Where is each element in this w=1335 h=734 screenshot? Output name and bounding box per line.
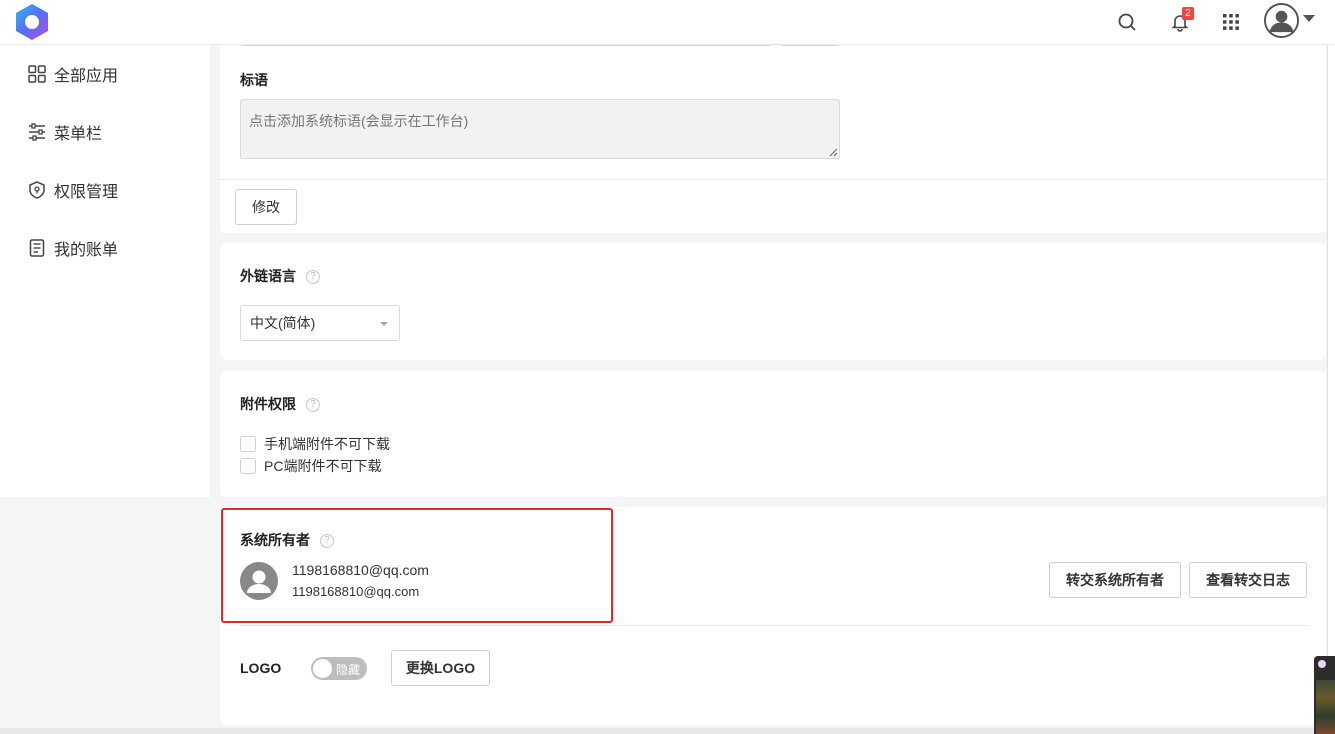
highlight-box: [221, 508, 613, 623]
checkbox[interactable]: [240, 458, 256, 474]
attachment-label: 附件权限?: [240, 394, 320, 414]
owner-divider: [240, 625, 1308, 626]
checkbox-mobile-no-download[interactable]: 手机端附件不可下载: [240, 435, 390, 453]
sidebar-item-menu-bar[interactable]: 菜单栏: [28, 120, 102, 144]
logo-label: LOGO: [240, 660, 282, 676]
slogan-label: 标语: [240, 72, 268, 88]
sidebar-item-label: 权限管理: [54, 184, 119, 201]
sidebar-item-all-apps[interactable]: 全部应用: [28, 62, 118, 86]
slogan-input[interactable]: [240, 99, 840, 159]
checkbox-label: 手机端附件不可下载: [264, 436, 390, 452]
widget-dot-icon: [1318, 660, 1326, 668]
sidebar-item-billing[interactable]: 我的账单: [28, 236, 118, 260]
language-label: 外链语言?: [240, 266, 320, 286]
replace-logo-button[interactable]: 更换LOGO: [391, 650, 490, 686]
apps-grid-icon[interactable]: [1217, 8, 1245, 36]
language-select[interactable]: 中文(简体): [240, 305, 400, 341]
sidebar: 全部应用 菜单栏 权限管理 我的账单: [0, 45, 210, 497]
sidebar-item-label: 菜单栏: [54, 126, 103, 143]
app-logo[interactable]: [12, 2, 52, 42]
horizontal-scrollbar[interactable]: [0, 728, 1327, 734]
resize-grip-icon[interactable]: [829, 148, 838, 157]
sliders-icon: [29, 123, 45, 141]
vertical-scrollbar[interactable]: [1327, 45, 1335, 734]
modify-button[interactable]: 修改: [235, 189, 297, 225]
shield-icon: [29, 181, 45, 199]
view-transfer-log-button[interactable]: 查看转交日志: [1189, 562, 1307, 598]
help-icon[interactable]: ?: [306, 270, 320, 285]
checkbox-label: PC端附件不可下载: [264, 458, 382, 474]
transfer-owner-button[interactable]: 转交系统所有者: [1049, 562, 1181, 598]
checkbox[interactable]: [240, 436, 256, 452]
sidebar-item-label: 全部应用: [54, 68, 119, 85]
floating-widget[interactable]: [1314, 656, 1335, 734]
dropdown-arrow-icon: [380, 322, 388, 326]
sidebar-item-label: 我的账单: [54, 242, 119, 259]
toggle-text: 隐藏: [336, 663, 361, 677]
language-card: [220, 243, 1326, 360]
sidebar-item-permissions[interactable]: 权限管理: [28, 178, 118, 202]
toggle-knob: [313, 659, 332, 678]
caret-down-icon[interactable]: [1303, 15, 1315, 22]
notification-badge: 2: [1182, 7, 1194, 20]
bill-icon: [29, 239, 45, 257]
logo-visibility-toggle[interactable]: 隐藏: [311, 657, 367, 680]
language-select-value: 中文(简体): [250, 315, 316, 331]
widget-image: [1316, 680, 1335, 734]
slogan-divider: [220, 179, 1326, 180]
language-label-text: 外链语言: [240, 268, 296, 284]
checkbox-pc-no-download[interactable]: PC端附件不可下载: [240, 457, 381, 475]
help-icon[interactable]: ?: [306, 398, 320, 413]
top-bar: 2: [0, 0, 1335, 45]
search-icon[interactable]: [1113, 8, 1141, 36]
attachment-label-text: 附件权限: [240, 396, 296, 412]
grid-icon: [28, 65, 46, 83]
user-avatar-icon[interactable]: [1264, 3, 1299, 38]
